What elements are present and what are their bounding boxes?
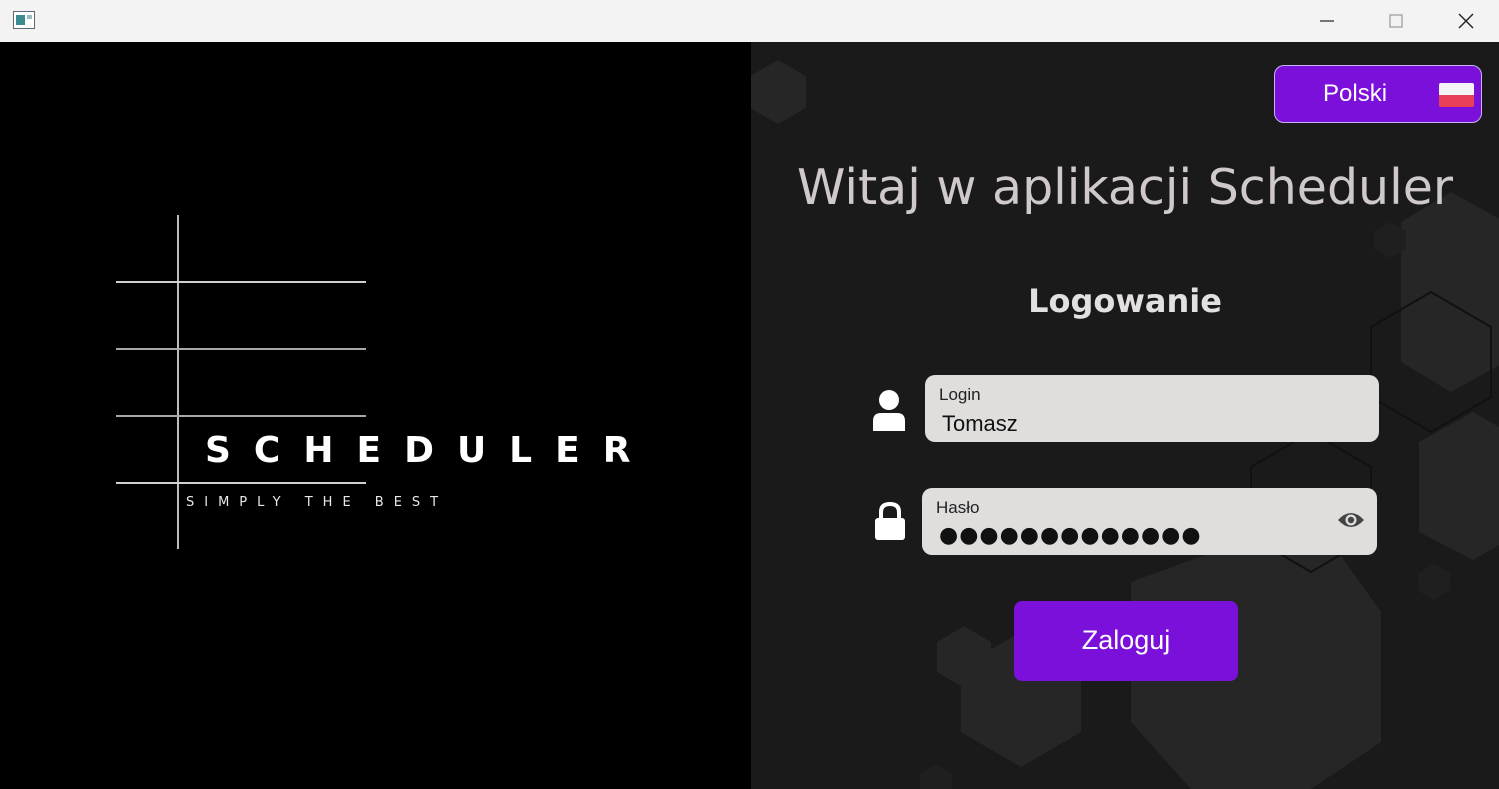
app-icon <box>13 11 35 29</box>
maximize-icon <box>1389 14 1403 28</box>
password-field[interactable]: Hasło ●●●●●●●●●●●●● <box>922 488 1377 555</box>
logo-panel: SCHEDULER SIMPLY THE BEST <box>0 42 751 789</box>
language-selector-button[interactable]: Polski <box>1274 65 1482 123</box>
user-icon <box>873 390 905 431</box>
login-section-title: Logowanie <box>1028 282 1222 320</box>
logo-lines-graphic <box>116 215 366 549</box>
close-button[interactable] <box>1431 0 1499 42</box>
window-titlebar <box>0 0 1499 42</box>
logo-tagline: SIMPLY THE BEST <box>186 495 449 510</box>
eye-icon[interactable] <box>1337 510 1365 530</box>
login-panel: Polski Witaj w aplikacji Scheduler Logow… <box>751 42 1499 789</box>
login-submit-button[interactable]: Zaloguj <box>1014 601 1238 681</box>
login-submit-label: Zaloguj <box>1081 625 1171 655</box>
poland-flag-icon <box>1439 83 1474 107</box>
login-input[interactable] <box>942 411 1362 437</box>
login-field[interactable]: Login <box>925 375 1379 442</box>
language-label: Polski <box>1323 80 1388 107</box>
logo-wordmark: SCHEDULER <box>205 430 654 471</box>
minimize-button[interactable] <box>1292 0 1362 42</box>
maximize-button[interactable] <box>1361 0 1431 42</box>
minimize-icon <box>1320 20 1334 22</box>
login-field-label: Login <box>939 385 981 404</box>
welcome-title: Witaj w aplikacji Scheduler <box>796 159 1454 216</box>
password-input[interactable]: ●●●●●●●●●●●●● <box>939 523 1202 548</box>
close-icon <box>1458 13 1474 29</box>
lock-icon <box>875 502 905 540</box>
password-field-label: Hasło <box>936 498 980 517</box>
